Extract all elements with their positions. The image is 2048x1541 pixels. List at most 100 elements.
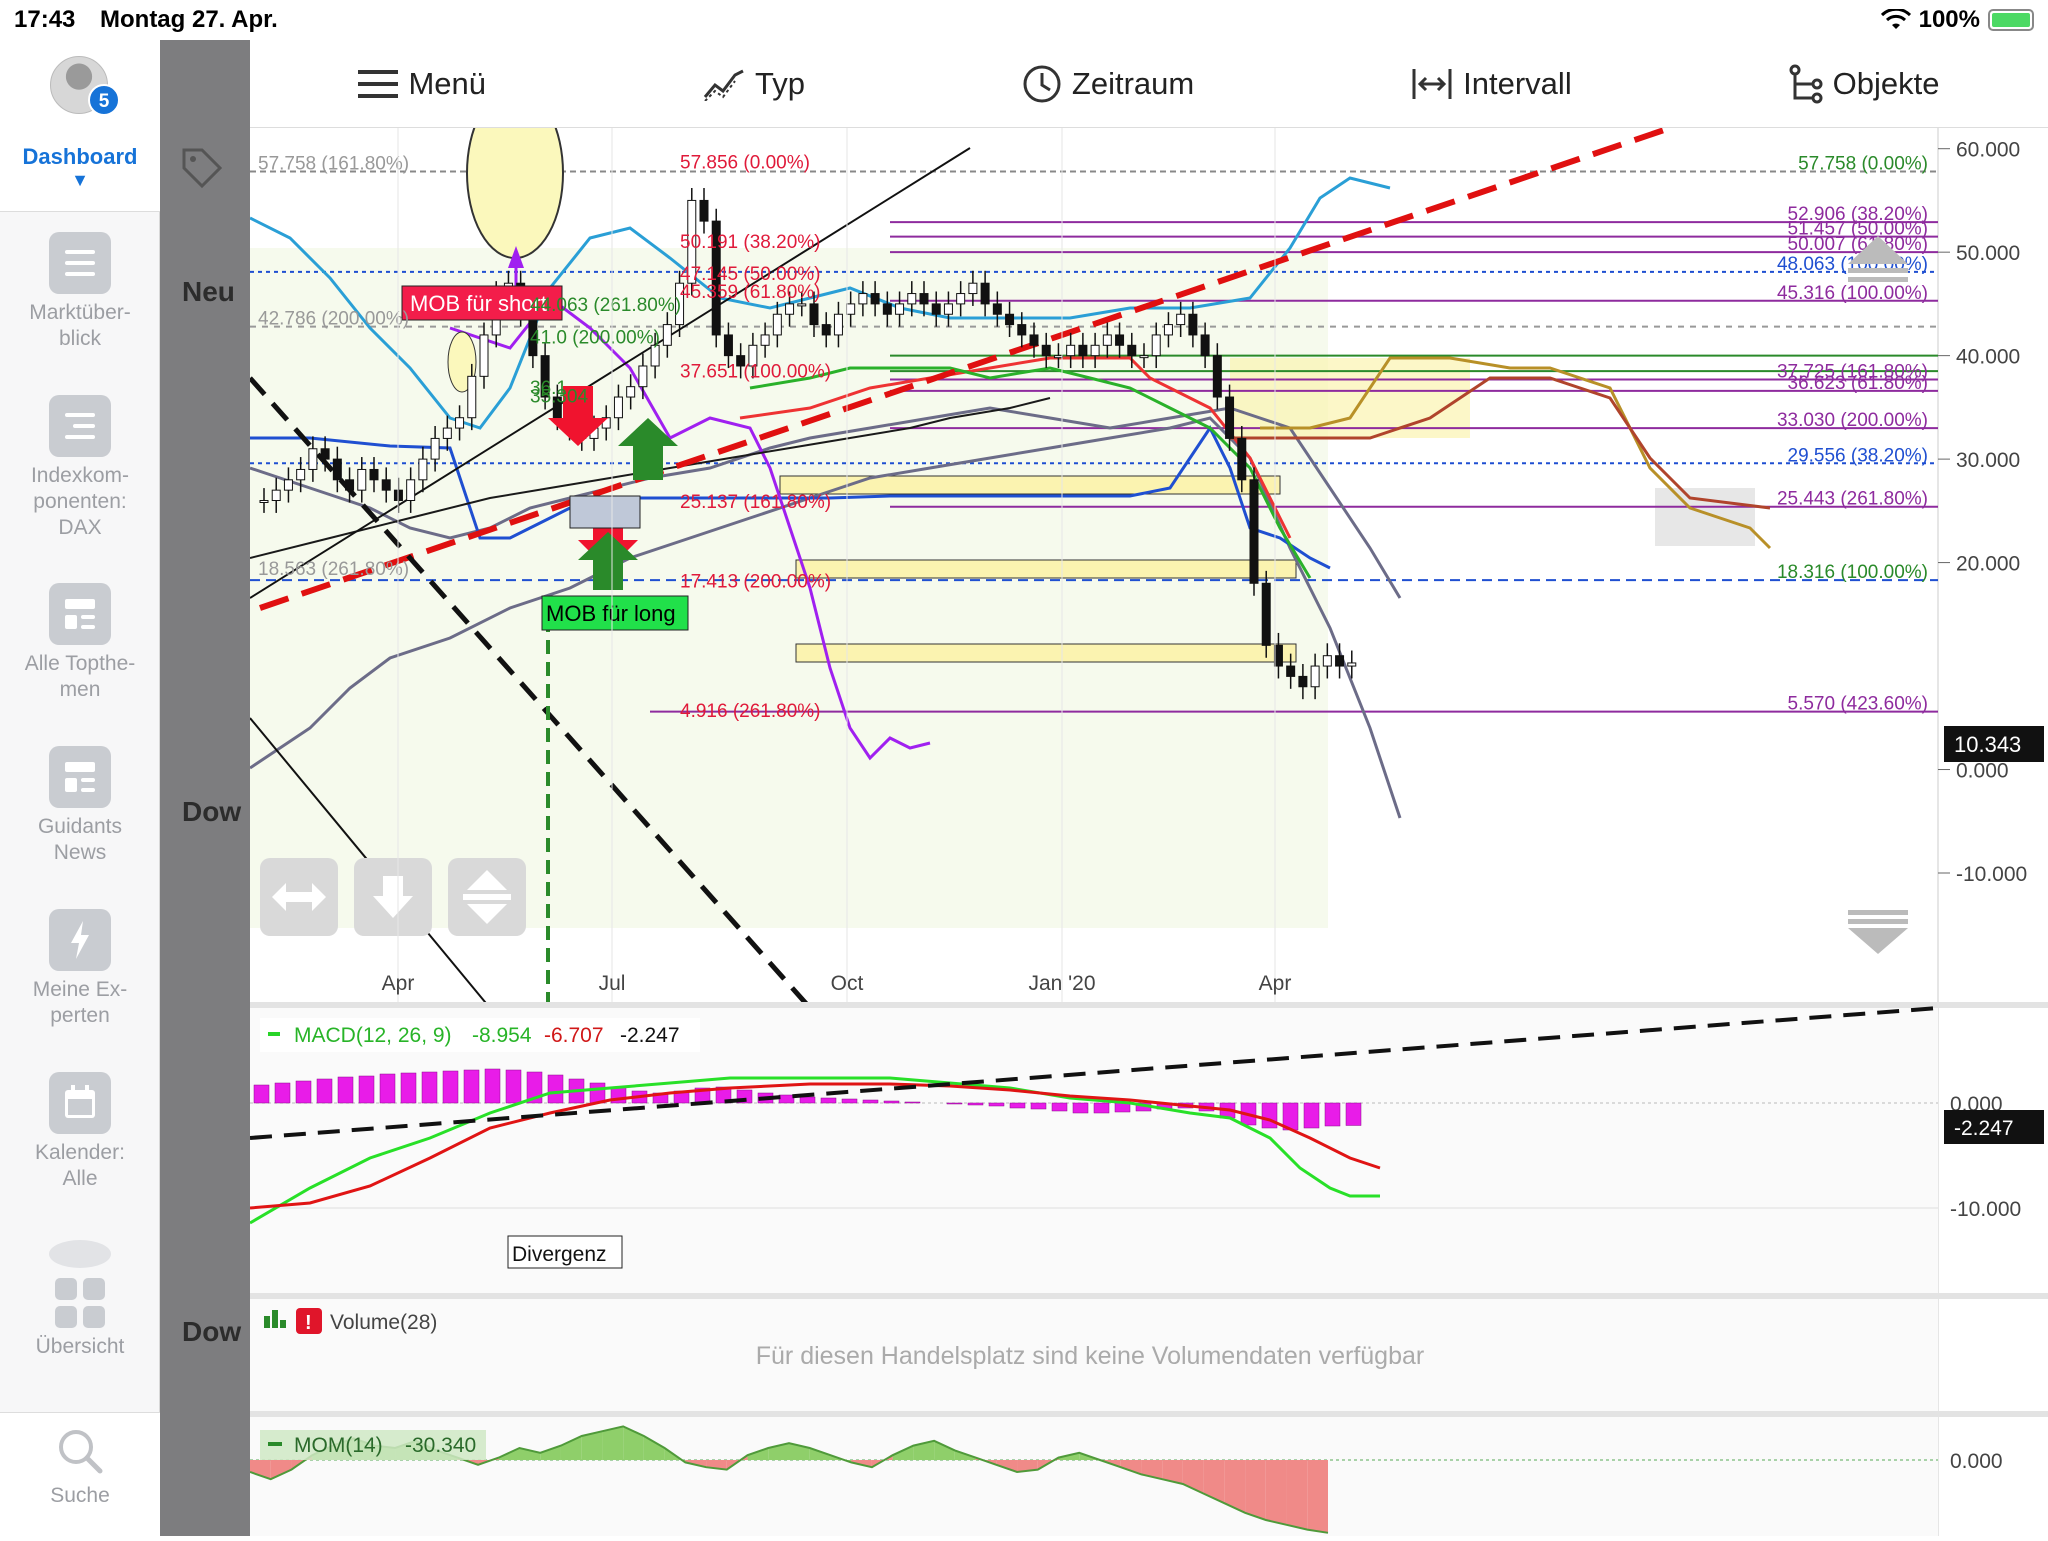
macd-bar [799,1096,816,1104]
sidebar-item-kalender[interactable]: Kalender: Alle [0,1072,160,1192]
candle [430,437,440,460]
macd-bar [589,1082,606,1104]
objects-label: Objekte [1832,65,1940,101]
sidebar-item-uebersicht[interactable]: Übersicht [0,1240,160,1360]
candle [821,324,831,336]
time-tick: Jul [599,972,626,995]
macd-bar [337,1076,354,1104]
type-label: Typ [754,65,805,101]
fib-label: 25.137 (161.80%) [680,492,831,513]
candle [1041,344,1051,357]
macd-bar [1051,1102,1068,1112]
chart-canvas[interactable]: MOB für short MOB für long 57.758 (161.8… [248,87,2048,1536]
lightning-icon [49,909,111,971]
caret-down-icon[interactable]: ▼ [0,170,160,191]
candle [332,458,342,481]
objects-button[interactable]: Objekte [1789,64,1940,104]
fib-label: 25.443 (261.80%) [1777,489,1928,510]
menu-button[interactable]: Menü [358,66,486,102]
price-tick: 60.000 [1956,139,2020,162]
chart-type-button[interactable]: Typ [703,66,805,102]
price-axis: 60.000 50.000 40.000 30.000 20.000 0.000 -10.0… [1938,139,2027,886]
candle [1347,662,1357,667]
momentum-panel: MOM(14) -30.340 0.000 [249,1417,2003,1536]
macd-bar [1072,1102,1089,1114]
fib-label: 36.623 (61.80%) [1788,373,1929,394]
macd-bar [547,1074,564,1104]
candle [858,293,868,305]
status-indicators: 100% [1880,6,2034,34]
macd-bar [358,1075,375,1104]
candle [1273,644,1283,667]
macd-bar [295,1080,312,1104]
candle [1115,334,1125,346]
macd-bar [484,1068,501,1104]
sidebar-item-label: Suche [50,1484,110,1507]
fib-label: 41.0 (200.00%) [530,327,660,348]
sidebar-item-topthemen[interactable]: Alle Topthe- men [0,583,160,703]
time-tick: Oct [831,972,864,995]
dashboard-selector[interactable]: Dashboard [0,144,160,170]
candle [442,427,452,439]
candle [638,365,648,388]
battery-icon [1988,9,2034,31]
interval-button[interactable]: Intervall [1411,66,1572,102]
volume-title: Volume(28) [330,1311,437,1334]
chart-area[interactable]: MOB für short MOB für long 57.758 (161.8… [248,87,2048,1536]
sidebar-item-indexkomponenten[interactable]: Indexkom- ponenten: DAX [0,395,160,541]
period-button[interactable]: Zeitraum [1022,64,1194,104]
time-tick: Apr [382,972,415,995]
fib-label: 57.856 (0.00%) [680,152,810,173]
candle [992,303,1002,315]
candle [283,479,293,491]
chart-toolbar: Menü Typ Zeitraum Intervall Objekte [250,40,2048,128]
time-tick: Apr [1259,972,1292,995]
macd-bar [1093,1102,1110,1114]
candle [1286,665,1296,677]
status-bar: 17:43 Montag 27. Apr. 100% [0,0,2048,40]
candle [1225,396,1235,439]
sidebar-item-guidants-news[interactable]: Guidants News [0,746,160,866]
fib-label: 4.916 (261.80%) [680,701,821,722]
price-tick: -10.000 [1956,863,2027,886]
fib-label: 42.786 (200.00%) [258,309,409,330]
fib-label: 18.316 (100.00%) [1777,562,1928,583]
macd-value: -8.954 [472,1024,532,1047]
support-zone [795,559,1297,579]
sidebar-item-label: Guidants News [37,815,123,864]
eye-icon [49,1240,111,1268]
newspaper-icon [49,746,111,808]
macd-bar [967,1102,984,1106]
volume-panel: ! Volume(28) Für diesen Handelsplatz sin… [250,1299,1938,1411]
price-tick: 40.000 [1956,346,2020,369]
sidebar-item-suche[interactable]: Suche [0,1425,160,1509]
interval-label: Intervall [1463,65,1572,101]
sidebar-header: 5 Dashboard ▼ [0,40,160,212]
sidebar-item-experten[interactable]: Meine Ex- perten [0,909,160,1029]
background-dashboard-dimmed: Neu Dow Dow [160,40,410,1536]
calendar-icon [49,1072,111,1134]
mom-area-segment [1265,1460,1287,1525]
macd-bar [421,1071,438,1104]
sidebar-item-label: Übersicht [35,1335,125,1358]
candle [1090,344,1100,357]
support-zone [795,643,1297,663]
drawing-tools[interactable] [260,858,526,936]
mom-area-segment [1245,1460,1266,1520]
candle [1310,665,1320,688]
macd-bar [379,1073,396,1104]
sidebar: 5 Dashboard ▼ Marktüber- blick Indexkom-… [0,40,160,1536]
candle [381,479,391,491]
candle [369,468,379,481]
candle [1163,324,1173,336]
no-volume-message: Für diesen Handelsplatz sind keine Volum… [756,1342,1424,1370]
sidebar-item-marktueberblick[interactable]: Marktüber- blick [0,232,160,352]
candle [1053,355,1063,359]
fib-label: 45.359 (61.80%) [680,282,821,303]
newspaper-icon [49,583,111,645]
candle [1188,313,1198,336]
candle [846,303,856,315]
candle [772,313,782,336]
candle [1335,655,1345,667]
sidebar-item-label: Kalender: Alle [35,1141,125,1190]
